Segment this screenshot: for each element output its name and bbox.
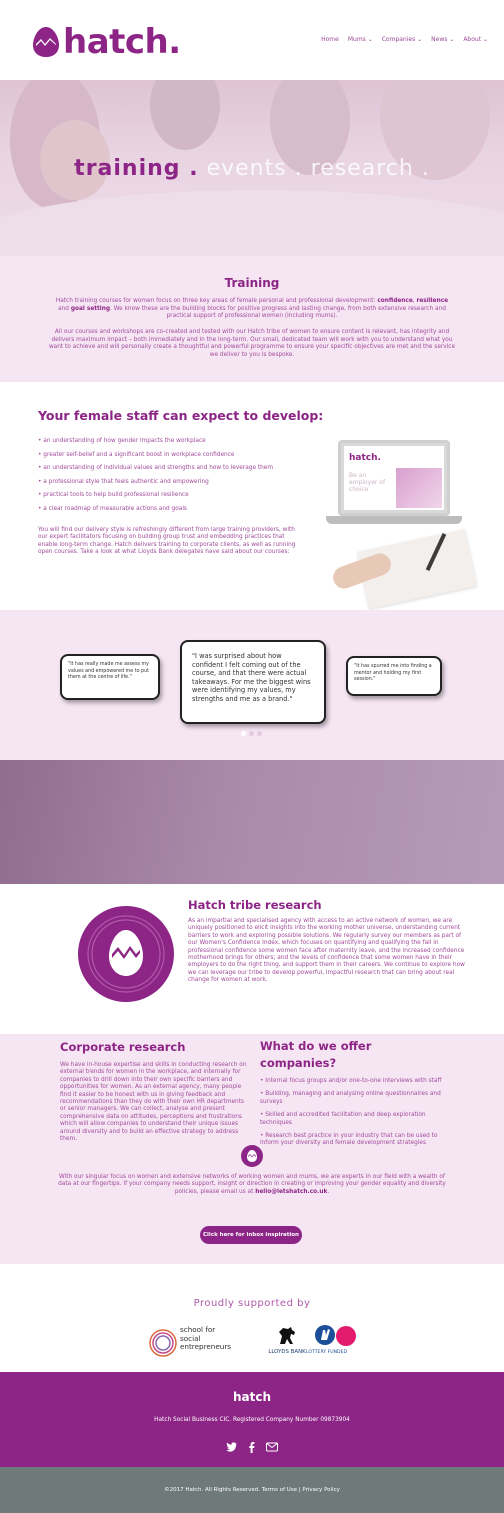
copyright-bar: ©2017 Hatch. All Rights Reserved. Terms … — [0, 1467, 504, 1513]
hero-banner: training . events . research . — [0, 80, 504, 256]
corporate-title: Corporate research — [60, 1040, 186, 1054]
twitter-icon[interactable] — [226, 1442, 237, 1452]
develop-title: Your female staff can expect to develop: — [38, 408, 324, 423]
nav-mums[interactable]: Mums ⌄ — [348, 36, 373, 43]
tribe-egg-icon — [78, 906, 174, 1002]
list-item: • a clear roadmap of measurable actions … — [38, 505, 187, 512]
list-item: • an understanding of how gender impacts… — [38, 438, 206, 444]
training-section: Training Hatch training courses for wome… — [0, 256, 504, 382]
supporters-title: Proudly supported by — [193, 1298, 311, 1309]
list-item: • a professional style that feels authen… — [38, 478, 209, 485]
lloyds-bank-logo[interactable]: LLOYDS BANK — [264, 1326, 308, 1362]
lottery-logo[interactable]: LOTTERY FUNDED — [306, 1324, 358, 1362]
nav-home[interactable]: Home — [321, 36, 339, 43]
egg-logo-icon — [33, 27, 59, 57]
facebook-icon[interactable] — [248, 1442, 256, 1453]
develop-paragraph: You will find our delivery style is refr… — [38, 527, 296, 556]
laptop-tagline: Be an employer of choice — [349, 472, 386, 493]
laptop-screen: hatch. Be an employer of choice — [338, 440, 450, 516]
main-nav: Home Mums ⌄ Companies ⌄ News ⌄ About ⌄ — [321, 36, 488, 43]
testimonial-right: "It has spurred me into finding a mentor… — [346, 656, 442, 696]
nav-about[interactable]: About ⌄ — [463, 36, 488, 43]
laptop-image — [396, 468, 442, 508]
nav-news[interactable]: News ⌄ — [431, 36, 454, 43]
testimonials-section: "It has really made me assess my values … — [0, 610, 504, 760]
offer-title: What do we offer companies? — [260, 1039, 372, 1070]
carousel-dot[interactable] — [257, 731, 262, 736]
develop-list: • an understanding of how gender impacts… — [38, 438, 318, 520]
offer-list: • Internal focus groups and/or one-to-on… — [260, 1078, 450, 1154]
list-item: • practical tools to help build professi… — [38, 492, 189, 499]
list-item: • Research best practice in your industr… — [260, 1133, 438, 1147]
inbox-inspiration-button[interactable]: Click here for inbox inspiration — [200, 1226, 302, 1244]
brand-logo[interactable]: hatch. — [32, 20, 181, 64]
carousel-dot[interactable] — [249, 731, 254, 736]
sse-logo[interactable]: school for social entrepreneurs — [148, 1325, 258, 1362]
develop-section: Your female staff can expect to develop:… — [0, 382, 504, 610]
lottery-crossed-fingers-icon — [315, 1325, 335, 1345]
research-section: Hatch tribe research As an impartial and… — [0, 884, 504, 1034]
sse-line-3: entrepreneurs — [180, 1342, 232, 1352]
laptop-brand: hatch. — [349, 453, 381, 463]
corporate-paragraph: We have in-house expertise and skills in… — [60, 1062, 247, 1143]
social-icons — [226, 1442, 278, 1453]
list-item: • Skilled and accredited facilitation an… — [260, 1112, 426, 1126]
research-title: Hatch tribe research — [188, 898, 322, 912]
hero-title: training . events . research . — [0, 156, 504, 181]
contact-email-link[interactable]: hello@letshatch.co.uk — [255, 1189, 327, 1195]
image-band — [0, 760, 504, 884]
footer-brand: hatch — [232, 1390, 272, 1404]
testimonial-center: "I was surprised about how confident I f… — [180, 640, 326, 724]
site-footer: hatch Hatch Social Business CIC. Registe… — [0, 1372, 504, 1467]
training-paragraph-1: Hatch training courses for women focus o… — [55, 298, 449, 320]
sse-circle-icon — [149, 1329, 177, 1357]
list-item: • Internal focus groups and/or one-to-on… — [260, 1078, 442, 1084]
list-item: • an understanding of individual values … — [38, 465, 274, 472]
lottery-label: LOTTERY FUNDED — [306, 1350, 348, 1355]
brand-wordmark: hatch. — [63, 22, 181, 62]
small-egg-icon — [241, 1145, 263, 1167]
hero-word-events-research: events . research . — [206, 156, 430, 181]
supporters-section: Proudly supported by school for social e… — [0, 1264, 504, 1372]
corporate-section: Corporate research We have in-house expe… — [0, 1034, 504, 1264]
hero-word-training: training . — [74, 156, 199, 181]
nav-companies[interactable]: Companies ⌄ — [382, 36, 422, 43]
research-paragraph: As an impartial and specialised agency w… — [188, 918, 465, 984]
list-item: • Building, managing and analysing onlin… — [260, 1091, 441, 1105]
big-lottery-badge — [336, 1326, 356, 1346]
testimonial-left: "It has really made me assess my values … — [60, 654, 160, 700]
corporate-cta-text: With our singular focus on women and ext… — [58, 1174, 446, 1195]
laptop-base — [326, 516, 462, 524]
list-item: • greater self-belief and a significant … — [38, 451, 235, 458]
laptop-display: hatch. Be an employer of choice — [344, 446, 444, 510]
training-title: Training — [224, 276, 280, 290]
site-header: hatch. Home Mums ⌄ Companies ⌄ News ⌄ Ab… — [0, 0, 504, 80]
email-icon[interactable] — [266, 1442, 278, 1452]
company-registration: Hatch Social Business CIC. Registered Co… — [154, 1417, 350, 1423]
laptop-illustration: hatch. Be an employer of choice — [322, 440, 477, 610]
training-paragraph-2: All our courses and workshops are co-cre… — [48, 329, 456, 358]
carousel-dot-active[interactable] — [241, 731, 246, 736]
black-horse-icon — [279, 1327, 295, 1344]
